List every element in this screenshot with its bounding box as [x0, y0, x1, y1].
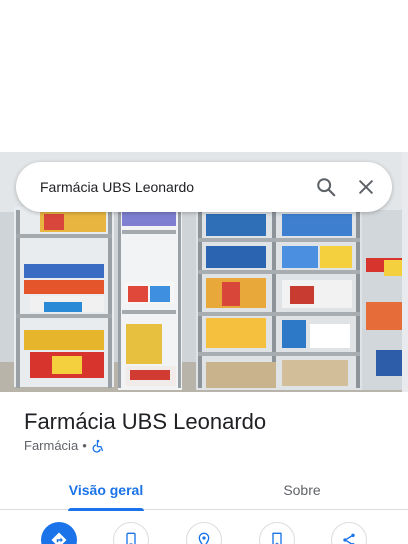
- close-button[interactable]: [346, 167, 386, 207]
- nearby-button[interactable]: [186, 522, 222, 544]
- place-category: Farmácia: [24, 438, 79, 453]
- tab-about[interactable]: Sobre: [248, 470, 356, 510]
- place-title: Farmácia UBS Leonardo: [24, 409, 267, 434]
- search-input[interactable]: Farmácia UBS Leonardo: [16, 179, 306, 195]
- directions-button[interactable]: [41, 522, 77, 544]
- search-bar[interactable]: Farmácia UBS Leonardo: [16, 162, 392, 212]
- search-icon: [317, 178, 336, 197]
- separator-dot: •: [82, 438, 87, 453]
- tab-overview[interactable]: Visão geral: [52, 470, 160, 511]
- place-subtitle: Farmácia •: [24, 438, 105, 453]
- action-row: [0, 522, 408, 544]
- directions-icon: [51, 532, 67, 544]
- wheelchair-icon: [92, 439, 103, 453]
- search-button[interactable]: [306, 167, 346, 207]
- tab-bar: Visão geral Sobre: [0, 470, 408, 511]
- location-icon: [198, 532, 210, 544]
- blank-area: [0, 0, 408, 152]
- call-button[interactable]: [113, 522, 149, 544]
- place-sheet: Farmácia UBS Leonardo Farmácia • Visão g…: [0, 392, 408, 544]
- phone-icon: [126, 532, 136, 544]
- share-icon: [343, 533, 355, 544]
- close-icon: [359, 180, 373, 194]
- scrollbar-track[interactable]: [402, 152, 408, 430]
- save-button[interactable]: [259, 522, 295, 544]
- save-icon: [272, 532, 282, 544]
- share-button[interactable]: [331, 522, 367, 544]
